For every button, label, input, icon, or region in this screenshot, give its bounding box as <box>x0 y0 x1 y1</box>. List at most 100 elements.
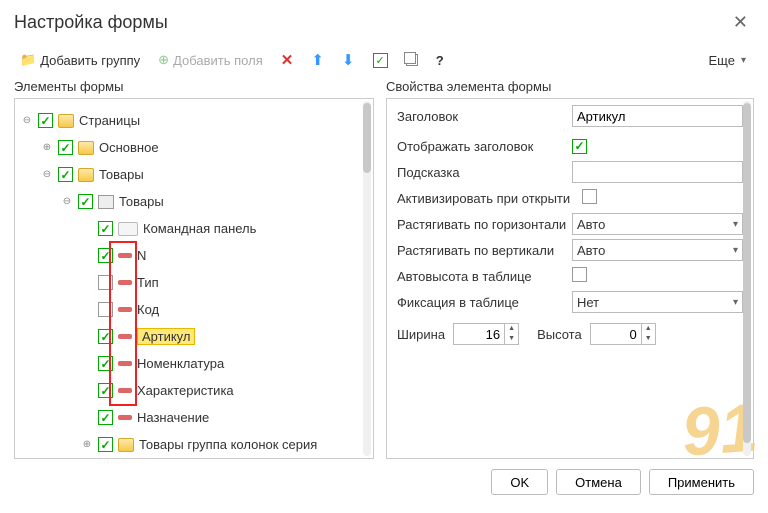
left-panel-title: Элементы формы <box>14 79 374 94</box>
tree-label: Товары группа колонок серия <box>139 437 317 452</box>
tree-panel: ⊖ Страницы ⊕ Основное ⊖ <box>14 98 374 459</box>
tree-row-main[interactable]: ⊕ Основное <box>21 134 367 161</box>
chevron-down-icon: ▾ <box>741 55 746 66</box>
width-input[interactable] <box>454 324 504 344</box>
scroll-thumb[interactable] <box>363 103 371 173</box>
expand-icon[interactable]: ⊕ <box>81 439 93 450</box>
autoheight-checkbox[interactable] <box>572 267 587 282</box>
tree-label-selected: Артикул <box>137 328 195 345</box>
tree-row-article[interactable]: Артикул <box>21 323 367 350</box>
scrollbar[interactable] <box>743 101 751 456</box>
stretch-v-select[interactable]: Авто▾ <box>572 239 743 261</box>
tree-row-charact[interactable]: Характеристика <box>21 377 367 404</box>
add-group-label: Добавить группу <box>40 53 140 68</box>
scrollbar[interactable] <box>363 101 371 456</box>
checkbox[interactable] <box>78 194 93 209</box>
move-down-button[interactable]: ⬇ <box>336 47 361 73</box>
tree-label: Товары <box>99 167 144 182</box>
tree-label: Товары <box>119 194 164 209</box>
delete-icon: ✕ <box>281 51 294 69</box>
activate-checkbox[interactable] <box>582 189 597 204</box>
more-button[interactable]: Еще ▾ <box>701 49 754 72</box>
prop-autoheight-label: Автовысота в таблице <box>397 269 572 284</box>
collapse-icon[interactable]: ⊖ <box>41 169 53 180</box>
height-spinner[interactable]: ▲▼ <box>590 323 656 345</box>
prop-showheader-label: Отображать заголовок <box>397 139 572 154</box>
add-group-button[interactable]: 📁 Добавить группу <box>14 48 146 72</box>
collapse-icon[interactable]: ⊖ <box>61 196 73 207</box>
fixation-select[interactable]: Нет▾ <box>572 291 743 313</box>
collapse-icon[interactable]: ⊖ <box>21 115 33 126</box>
checkbox[interactable] <box>98 356 113 371</box>
checkbox[interactable] <box>98 221 113 236</box>
hint-input[interactable] <box>572 161 743 183</box>
tree-row-code[interactable]: Код <box>21 296 367 323</box>
tree-row-n[interactable]: N <box>21 242 367 269</box>
copy-button[interactable] <box>400 50 424 70</box>
right-panel-title: Свойства элемента формы <box>386 79 754 94</box>
checkbox[interactable] <box>98 275 113 290</box>
header-input[interactable] <box>572 105 743 127</box>
tree-row-pages[interactable]: ⊖ Страницы <box>21 107 367 134</box>
prop-stretchh-label: Растягивать по горизонтали <box>397 217 572 232</box>
field-icon <box>118 280 132 285</box>
stretch-h-select[interactable]: Авто ▾ <box>572 213 743 235</box>
checkbox[interactable] <box>98 383 113 398</box>
height-label: Высота <box>537 327 582 342</box>
field-icon <box>118 334 132 339</box>
spin-down-icon[interactable]: ▼ <box>505 334 518 344</box>
checkbox[interactable] <box>98 437 113 452</box>
spin-down-icon[interactable]: ▼ <box>642 334 655 344</box>
checkbox[interactable] <box>98 248 113 263</box>
chevron-down-icon: ▾ <box>733 219 738 230</box>
checkbox[interactable] <box>98 410 113 425</box>
tree-row-goods-group[interactable]: ⊕ Товары группа колонок серия <box>21 431 367 458</box>
prop-stretchv-label: Растягивать по вертикали <box>397 243 572 258</box>
tree-label: Основное <box>99 140 159 155</box>
tree-label: Характеристика <box>137 383 234 398</box>
folder-plus-icon: 📁 <box>20 52 36 68</box>
select-value: Авто <box>577 217 605 232</box>
add-fields-button[interactable]: ⊕ Добавить поля <box>152 48 269 72</box>
ok-button[interactable]: OK <box>491 469 548 495</box>
height-input[interactable] <box>591 324 641 344</box>
check-all-button[interactable]: ✓ <box>367 49 394 72</box>
move-up-button[interactable]: ⬆ <box>305 47 330 73</box>
width-spinner[interactable]: ▲▼ <box>453 323 519 345</box>
tree-row-goods-grid[interactable]: ⊖ Товары <box>21 188 367 215</box>
add-fields-label: Добавить поля <box>173 53 263 68</box>
tree-row-cmdpanel[interactable]: Командная панель <box>21 215 367 242</box>
folder-icon <box>78 141 94 155</box>
delete-button[interactable]: ✕ <box>275 47 300 73</box>
tree-label: Код <box>137 302 159 317</box>
tree-label: Командная панель <box>143 221 256 236</box>
field-icon <box>118 415 132 420</box>
spin-up-icon[interactable]: ▲ <box>505 324 518 334</box>
close-icon[interactable]: ✕ <box>727 10 754 35</box>
tree-row-goods[interactable]: ⊖ Товары <box>21 161 367 188</box>
spin-up-icon[interactable]: ▲ <box>642 324 655 334</box>
plus-icon: ⊕ <box>158 52 169 68</box>
show-header-checkbox[interactable] <box>572 139 587 154</box>
cancel-button[interactable]: Отмена <box>556 469 641 495</box>
folder-icon <box>58 114 74 128</box>
grid-icon <box>98 195 114 209</box>
scroll-thumb[interactable] <box>743 103 751 443</box>
arrow-up-icon: ⬆ <box>311 51 324 69</box>
chevron-down-icon: ▾ <box>733 245 738 256</box>
checkbox[interactable] <box>98 302 113 317</box>
copy-icon <box>406 54 418 66</box>
checkbox[interactable] <box>58 167 73 182</box>
chevron-down-icon: ▾ <box>733 297 738 308</box>
tree-row-nomen[interactable]: Номенклатура <box>21 350 367 377</box>
checkbox[interactable] <box>58 140 73 155</box>
prop-activate-label: Активизировать при открыти <box>397 191 582 206</box>
tree-row-purpose[interactable]: Назначение <box>21 404 367 431</box>
tree-row-type[interactable]: Тип <box>21 269 367 296</box>
more-label: Еще <box>709 53 735 68</box>
expand-icon[interactable]: ⊕ <box>41 142 53 153</box>
checkbox[interactable] <box>38 113 53 128</box>
apply-button[interactable]: Применить <box>649 469 754 495</box>
checkbox[interactable] <box>98 329 113 344</box>
help-button[interactable]: ? <box>430 49 450 72</box>
